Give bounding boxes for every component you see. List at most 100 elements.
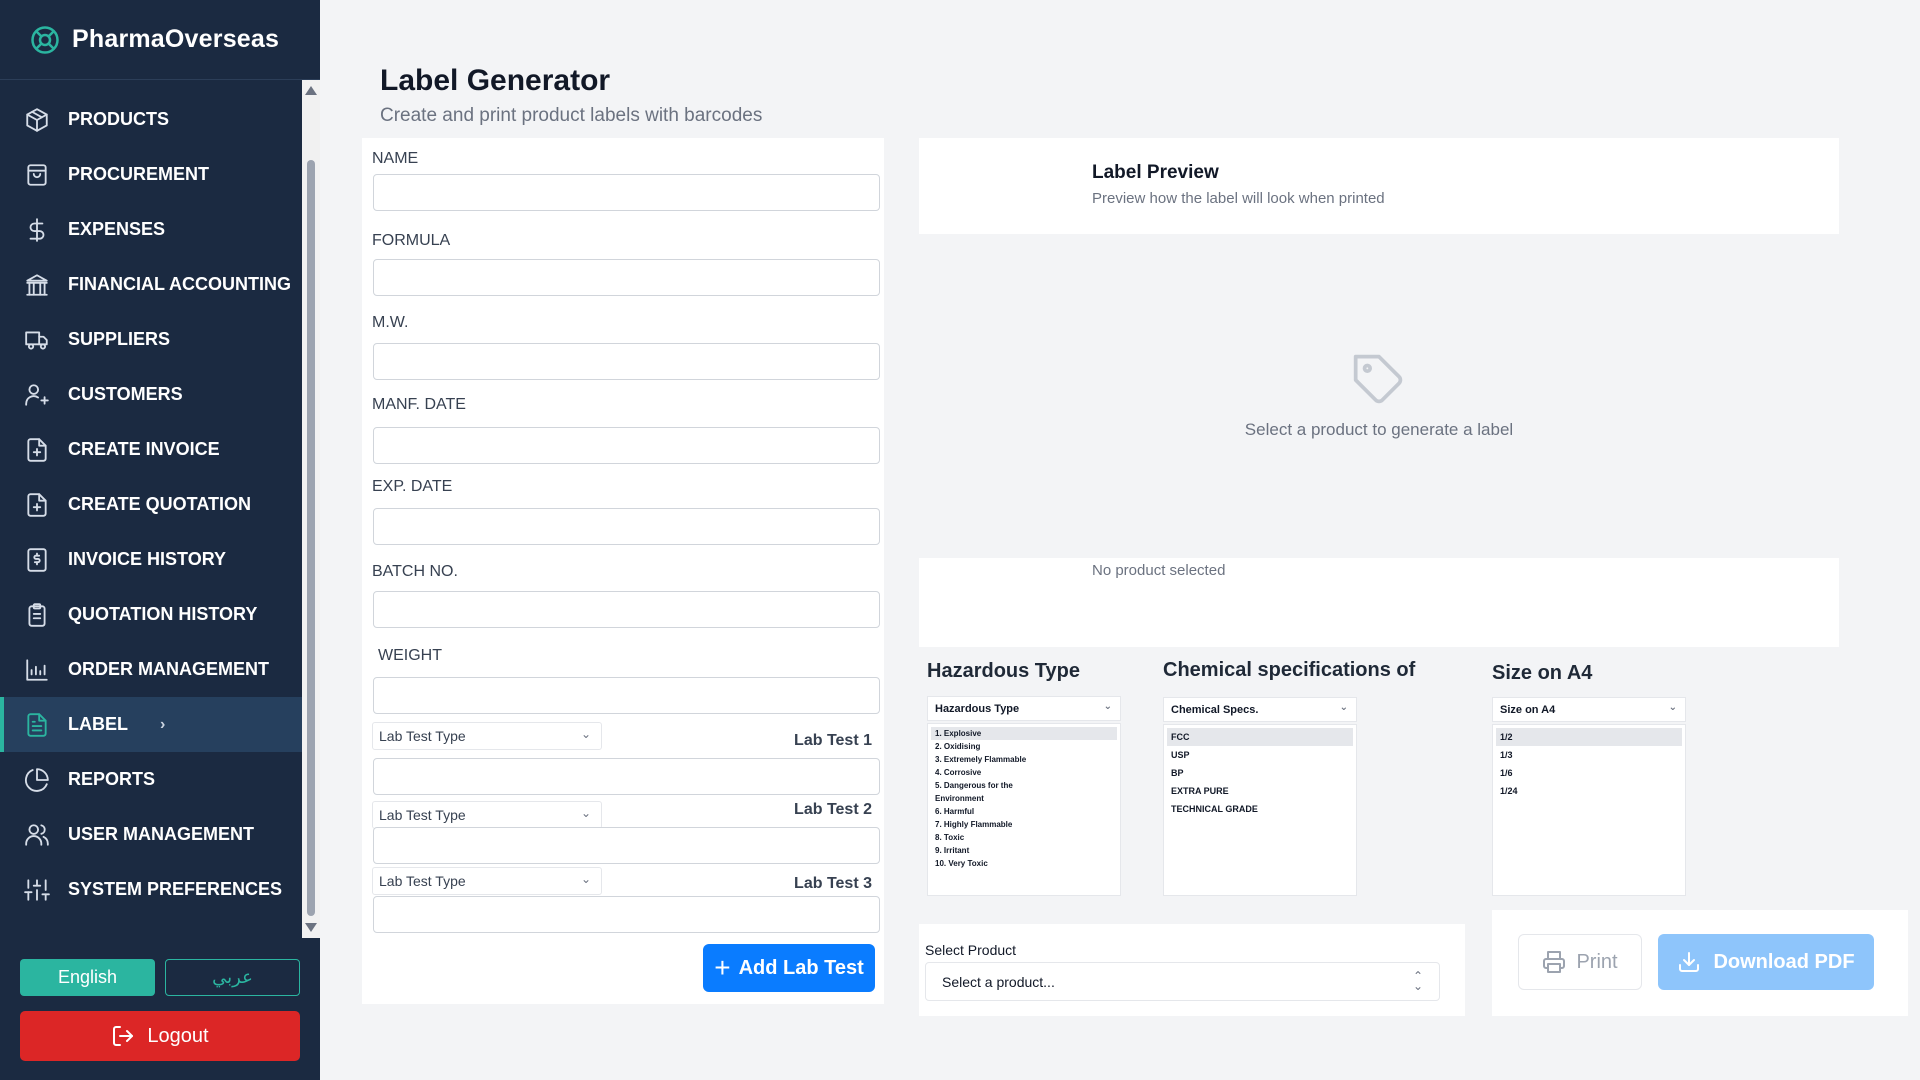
language-arabic-button[interactable]: عربي [165,959,300,996]
weight-label: WEIGHT [378,647,442,664]
sidebar-item-label: CUSTOMERS [68,384,183,404]
logout-button[interactable]: Logout [20,1011,300,1061]
sidebar-item-label-page[interactable]: LABEL › [0,697,302,752]
hazardous-option[interactable]: 2. Oxidising [931,740,1117,753]
select-product-dropdown[interactable]: Select a product... ⌃ ⌄ [925,962,1440,1001]
exp-date-input[interactable] [373,508,880,545]
formula-input[interactable] [373,259,880,296]
batch-no-label: BATCH NO. [372,563,458,580]
size-option[interactable]: 1/3 [1496,746,1682,764]
sidebar-item-customers[interactable]: CUSTOMERS [0,367,302,422]
scrollbar-thumb[interactable] [307,160,315,916]
hazardous-option[interactable]: 10. Very Toxic [931,857,1117,870]
name-input[interactable] [373,174,880,211]
sidebar-item-create-quotation[interactable]: CREATE QUOTATION [0,477,302,532]
sidebar-item-label: PROCUREMENT [68,164,210,184]
size-option[interactable]: 1/6 [1496,764,1682,782]
name-label: NAME [372,150,419,167]
size-option[interactable]: 1/2 [1496,728,1682,746]
sidebar-item-create-invoice[interactable]: CREATE INVOICE [0,422,302,477]
mw-input[interactable] [373,343,880,380]
lab-test-type-select-3[interactable]: Lab Test Type ⌄ [372,867,602,895]
language-english-button[interactable]: English [20,959,155,996]
brand[interactable]: PharmaOverseas [0,0,320,80]
hazardous-option[interactable]: 1. Explosive [931,727,1117,740]
sidebar-item-label: EXPENSES [68,219,166,239]
manf-date-label: MANF. DATE [372,396,466,413]
chemical-specs-select[interactable]: Chemical Specs. ⌄ [1163,697,1357,722]
hazardous-option[interactable]: 5. Dangerous for the [931,779,1117,792]
chart-icon [26,658,48,681]
sidebar-item-label: INVOICE HISTORY [68,549,227,569]
chemical-options-list: FCC USP BP EXTRA PURE TECHNICAL GRADE [1163,724,1357,896]
scroll-up-arrow-icon[interactable] [305,86,317,95]
sidebar-item-system-preferences[interactable]: SYSTEM PREFERENCES [0,862,302,917]
chevron-down-icon: ⌄ [580,806,591,820]
label-preview-area: Select a product to generate a label [919,234,1839,558]
sidebar-item-financial-accounting[interactable]: FINANCIAL ACCOUNTING [0,257,302,312]
hazardous-type-select[interactable]: Hazardous Type ⌄ [927,696,1121,721]
exp-date-label: EXP. DATE [372,478,453,495]
chemical-option[interactable]: BP [1167,764,1353,782]
lab-test-input-1[interactable] [373,758,880,795]
chemical-option[interactable]: TECHNICAL GRADE [1167,800,1353,818]
hazardous-options-list: 1. Explosive 2. Oxidising 3. Extremely F… [927,723,1121,896]
download-pdf-label: Download PDF [1713,950,1855,973]
manf-date-input[interactable] [373,427,880,464]
size-on-a4-select[interactable]: Size on A4 ⌄ [1492,697,1686,722]
chemical-option[interactable]: USP [1167,746,1353,764]
size-option[interactable]: 1/24 [1496,782,1682,800]
hazardous-option[interactable]: 8. Toxic [931,831,1117,844]
bank-icon [26,273,48,296]
hazardous-option[interactable]: 7. Highly Flammable [931,818,1117,831]
scroll-down-arrow-icon[interactable] [305,923,317,932]
size-options-list: 1/2 1/3 1/6 1/24 [1492,724,1686,896]
batch-no-input[interactable] [373,591,880,628]
chevron-down-icon: ⌄ [1339,702,1348,713]
sidebar-item-label: CREATE QUOTATION [68,494,251,514]
hazardous-option[interactable]: 3. Extremely Flammable [931,753,1117,766]
sidebar-item-quotation-history[interactable]: QUOTATION HISTORY [0,587,302,642]
lab-test-type-select-1[interactable]: Lab Test Type ⌄ [372,722,602,750]
hazardous-option[interactable]: 9. Irritant [931,844,1117,857]
sidebar-item-label: SUPPLIERS [68,329,171,349]
sidebar-item-reports[interactable]: REPORTS [0,752,302,807]
lab-test-input-2[interactable] [373,827,880,864]
weight-input[interactable] [373,677,880,714]
sidebar-item-label: PRODUCTS [68,109,170,129]
hazardous-option[interactable]: 6. Harmful [931,805,1117,818]
users-icon [25,823,49,846]
hazardous-option[interactable]: 4. Corrosive [931,766,1117,779]
truck-icon [25,330,48,350]
page-subtitle: Create and print product labels with bar… [380,105,763,126]
plus-icon: + [714,952,731,983]
print-button[interactable]: Print [1518,934,1642,990]
label-form: NAME FORMULA M.W. MANF. DATE EXP. DATE B… [362,138,884,1004]
chemical-option[interactable]: FCC [1167,728,1353,746]
sidebar-item-procurement[interactable]: PROCUREMENT [0,147,302,202]
preview-subtitle: Preview how the label will look when pri… [1092,190,1385,207]
sidebar-scrollbar[interactable] [302,80,320,938]
lab-test-input-3[interactable] [373,896,880,933]
sidebar-item-products[interactable]: PRODUCTS [0,92,302,147]
hazardous-option[interactable]: Environment [931,792,1117,805]
sidebar-item-suppliers[interactable]: SUPPLIERS [0,312,302,367]
clipboard-icon [28,602,46,627]
no-product-text: No product selected [1092,562,1226,579]
lab-test-type-select-2[interactable]: Lab Test Type ⌄ [372,801,602,829]
printer-icon [1543,951,1566,973]
receipt-icon [27,547,47,572]
lab-test-type-placeholder: Lab Test Type [379,807,466,823]
sidebar-item-order-management[interactable]: ORDER MANAGEMENT [0,642,302,697]
print-label: Print [1576,950,1618,973]
tag-icon [1353,354,1403,404]
download-pdf-button[interactable]: Download PDF [1658,934,1874,990]
sidebar-item-expenses[interactable]: EXPENSES [0,202,302,257]
chemical-option[interactable]: EXTRA PURE [1167,782,1353,800]
chevron-right-icon: › [160,715,166,733]
add-lab-test-button[interactable]: + Add Lab Test [703,944,875,992]
sidebar-item-user-management[interactable]: USER MANAGEMENT [0,807,302,862]
select-product-panel: Select Product Select a product... ⌃ ⌄ [919,924,1465,1016]
sidebar-item-label: USER MANAGEMENT [68,824,255,844]
sidebar-item-invoice-history[interactable]: INVOICE HISTORY [0,532,302,587]
